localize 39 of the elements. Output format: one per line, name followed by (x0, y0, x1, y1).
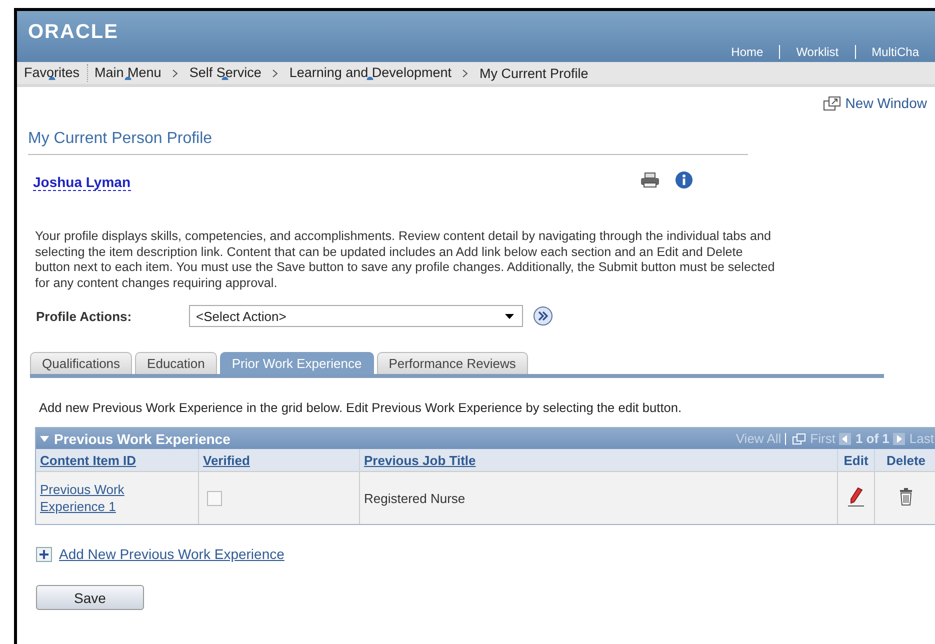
header-link[interactable]: Worklist (780, 45, 855, 59)
header-link[interactable]: Home (715, 45, 780, 59)
save-button[interactable]: Save (36, 585, 144, 610)
chevron-icon (172, 68, 178, 78)
page-title: My Current Person Profile (28, 130, 748, 155)
tab[interactable]: Performance Reviews (376, 352, 528, 374)
new-window-icon[interactable] (792, 432, 806, 444)
add-icon[interactable] (36, 546, 52, 562)
column-header[interactable]: Previous Job Title (364, 452, 476, 468)
previous-icon[interactable] (839, 432, 852, 444)
chevron-icon (462, 68, 468, 78)
first-label: First (810, 431, 836, 446)
profile-description: Your profile displays skills, competencies, and accomplishments. Review content detail by navigating through the individual tabs and selecting the item description link. Content that can be updated includes an Add link below each section and an Edit and Delete button next to each item. You must use the Save button to save any profile changes. Additionally, the Submit button must be selected for any content changes requiring approval. (35, 229, 776, 291)
pencil-icon[interactable] (847, 486, 865, 506)
new-window-link[interactable]: New Window (823, 95, 927, 111)
profile-actions-label: Profile Actions: (36, 308, 133, 324)
last-label: Last (909, 431, 934, 446)
trash-icon[interactable] (899, 488, 913, 506)
tab[interactable]: Qualifications (30, 352, 132, 374)
next-icon[interactable] (893, 432, 906, 444)
profile-actions-dropdown[interactable]: <Select Action> (189, 305, 523, 327)
table-cell: Registered Nurse (364, 490, 466, 506)
dropdown-arrow-icon (505, 314, 514, 318)
printer-icon[interactable] (640, 172, 660, 188)
chevron-icon (272, 68, 278, 78)
breadcrumb-item[interactable]: My Current Profile (474, 66, 594, 80)
add-link[interactable]: Add New Previous Work Experience (59, 546, 284, 562)
new-window-icon (823, 96, 844, 110)
verified-checkbox[interactable] (207, 491, 222, 506)
go-button[interactable] (533, 306, 553, 326)
tab[interactable]: Education (135, 352, 217, 374)
person-name-link[interactable]: Joshua Lyman (33, 174, 131, 191)
header-link[interactable]: MultiCha (856, 45, 935, 59)
instruction-text: Add new Previous Work Experience in the grid below. Edit Previous Work Experience by selecting the edit button. (39, 400, 683, 415)
collapse-icon (40, 436, 49, 442)
page-count: 1 of 1 (855, 431, 890, 446)
column-header[interactable]: Verified (203, 452, 250, 468)
info-icon[interactable] (675, 171, 693, 189)
oracle-logo: ORACLE (28, 21, 118, 44)
